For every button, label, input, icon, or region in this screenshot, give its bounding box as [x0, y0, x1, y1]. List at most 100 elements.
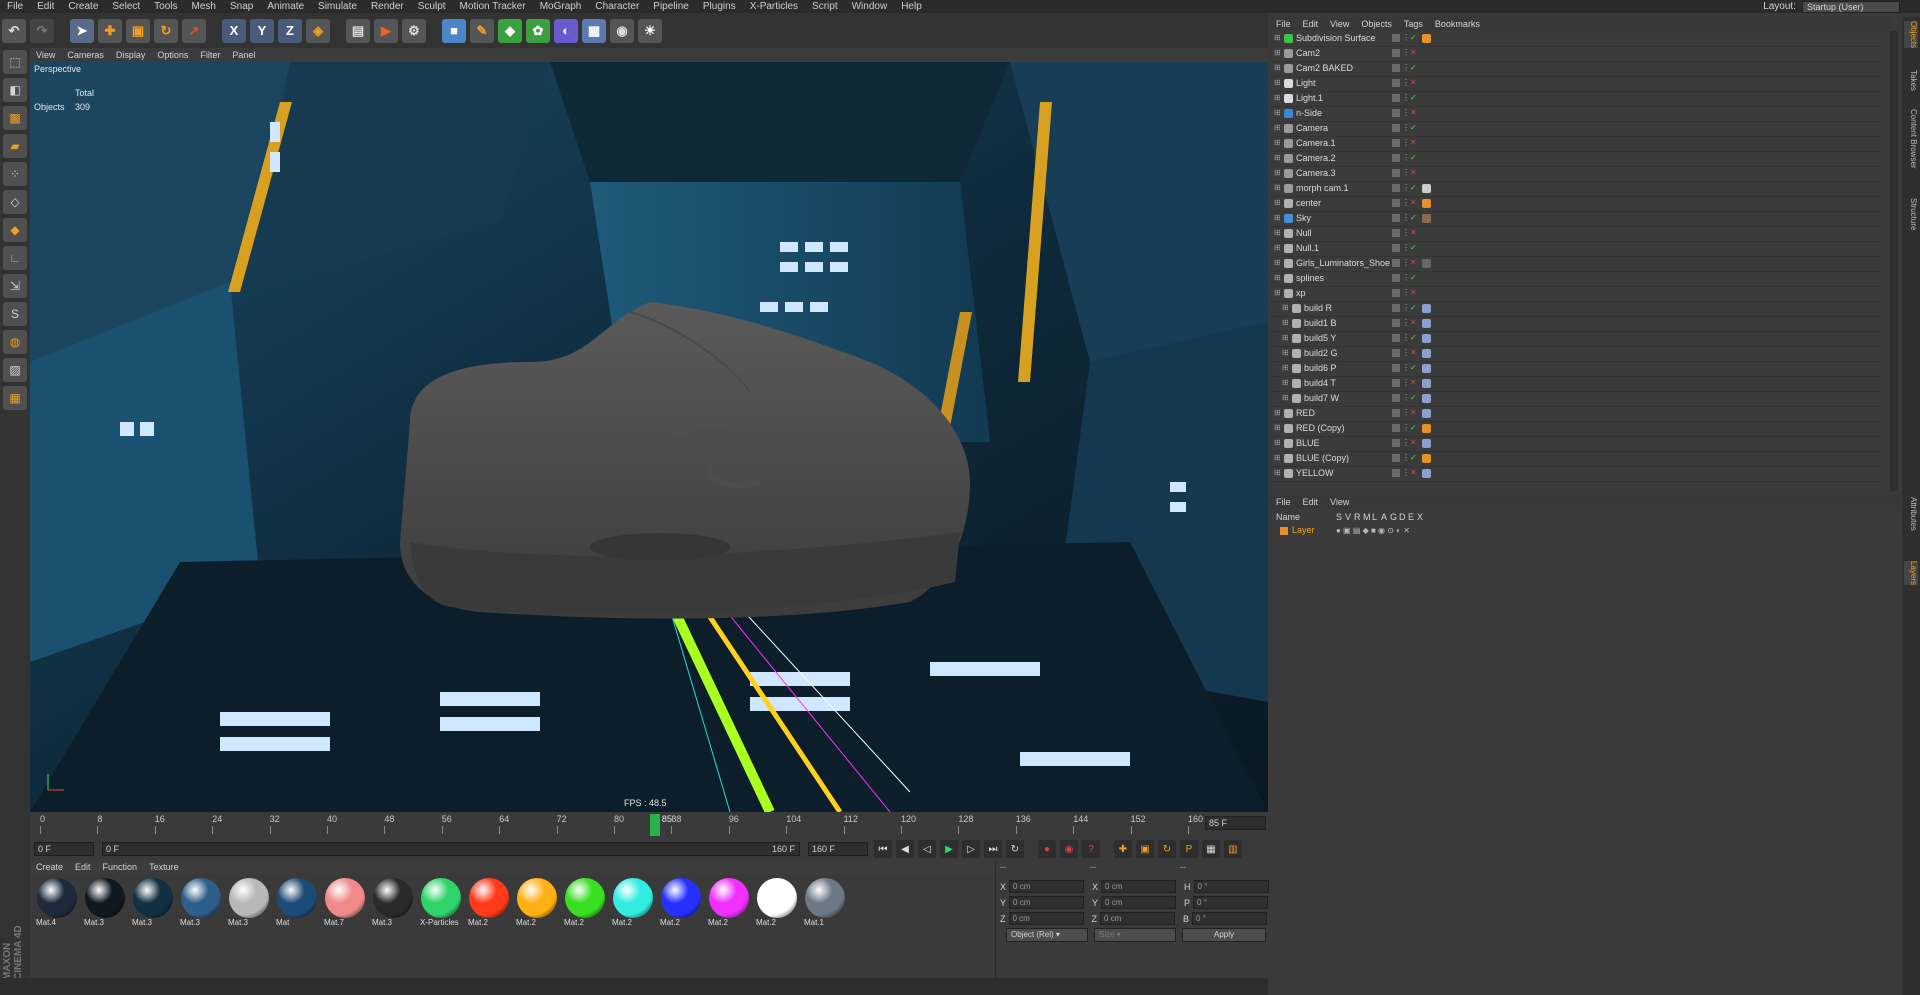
enable-check-icon[interactable]: ✕ — [1410, 48, 1417, 57]
editor-render-visibility-dots[interactable]: ⋮ — [1402, 408, 1410, 417]
editor-render-visibility-dots[interactable]: ⋮ — [1402, 348, 1410, 357]
light-icon[interactable]: ☀ — [638, 18, 662, 43]
object-name[interactable]: build5 Y — [1304, 333, 1336, 343]
end-frame-field[interactable]: 160 F — [808, 842, 868, 856]
editor-render-visibility-dots[interactable]: ⋮ — [1402, 468, 1410, 477]
snap-icon[interactable]: S — [3, 302, 27, 326]
points-mode-icon[interactable]: ⁘ — [3, 162, 27, 186]
material-swatch[interactable]: X-Particles — [418, 878, 464, 938]
layer-visibility-icon[interactable] — [1392, 214, 1400, 222]
material-swatch[interactable]: Mat.4 — [34, 878, 80, 938]
object-tag-icon[interactable] — [1422, 304, 1431, 313]
expand-icon[interactable]: ⊞ — [1274, 243, 1281, 252]
position-key-icon[interactable]: ✚ — [1114, 840, 1132, 858]
editor-render-visibility-dots[interactable]: ⋮ — [1402, 333, 1410, 342]
material-swatch[interactable]: Mat.3 — [130, 878, 176, 938]
subdivision-icon[interactable]: ◆ — [498, 18, 522, 43]
enable-check-icon[interactable]: ✕ — [1410, 318, 1417, 327]
layer-visibility-icon[interactable] — [1392, 424, 1400, 432]
coord-field[interactable]: 0 cm — [1009, 896, 1085, 909]
object-name[interactable]: BLUE — [1296, 438, 1320, 448]
enable-check-icon[interactable]: ✓ — [1410, 273, 1417, 282]
object-name[interactable]: build R — [1304, 303, 1332, 313]
menu-mograph[interactable]: MoGraph — [533, 0, 589, 13]
menu-pipeline[interactable]: Pipeline — [646, 0, 696, 13]
object-name[interactable]: build1 B — [1304, 318, 1337, 328]
play-icon[interactable]: ▶ — [940, 840, 958, 858]
enable-check-icon[interactable]: ✓ — [1410, 153, 1417, 162]
object-name[interactable]: Light — [1296, 78, 1316, 88]
object-menu-edit[interactable]: Edit — [1297, 19, 1325, 29]
editor-render-visibility-dots[interactable]: ⋮ — [1402, 198, 1410, 207]
object-row[interactable]: ⊞ Null.1 ⋮ ✓ — [1270, 241, 1882, 257]
layer-column-header[interactable]: M — [1363, 512, 1371, 522]
enable-check-icon[interactable]: ✓ — [1410, 93, 1417, 102]
menu-snap[interactable]: Snap — [223, 0, 260, 13]
layer-visibility-icon[interactable] — [1392, 154, 1400, 162]
layer-visibility-icon[interactable] — [1392, 319, 1400, 327]
layer-column-header[interactable]: S — [1336, 512, 1342, 522]
layer-menu-view[interactable]: View — [1324, 497, 1355, 507]
enable-check-icon[interactable]: ✕ — [1410, 108, 1417, 117]
enable-check-icon[interactable]: ✕ — [1410, 378, 1417, 387]
object-tag-icon[interactable] — [1422, 379, 1431, 388]
editor-render-visibility-dots[interactable]: ⋮ — [1402, 393, 1410, 402]
layer-visibility-icon[interactable] — [1392, 334, 1400, 342]
expand-icon[interactable]: ⊞ — [1274, 48, 1281, 57]
expand-icon[interactable]: ⊞ — [1274, 438, 1281, 447]
material-swatch[interactable]: Mat.3 — [82, 878, 128, 938]
layer-visibility-icon[interactable] — [1392, 409, 1400, 417]
object-row[interactable]: ⊞ Camera.1 ⋮ ✕ — [1270, 136, 1882, 152]
expand-icon[interactable]: ⊞ — [1274, 288, 1281, 297]
material-swatch[interactable]: Mat.2 — [514, 878, 560, 938]
expand-icon[interactable]: ⊞ — [1274, 453, 1281, 462]
editor-render-visibility-dots[interactable]: ⋮ — [1402, 378, 1410, 387]
layer-visibility-icon[interactable] — [1392, 34, 1400, 42]
polygons-mode-icon[interactable]: ◆ — [3, 218, 27, 242]
object-tag-icon[interactable] — [1422, 214, 1431, 223]
object-row[interactable]: ⊞ Subdivision Surface ⋮ ✓ — [1270, 31, 1882, 47]
menu-window[interactable]: Window — [845, 0, 895, 13]
layer-visibility-icon[interactable] — [1392, 229, 1400, 237]
cube-icon[interactable]: ■ — [442, 18, 466, 43]
object-name[interactable]: BLUE (Copy) — [1296, 453, 1349, 463]
object-row[interactable]: ⊞ Light.1 ⋮ ✓ — [1270, 91, 1882, 107]
object-row[interactable]: ⊞ BLUE (Copy) ⋮ ✓ — [1270, 451, 1882, 467]
render-view-icon[interactable]: ▤ — [346, 18, 370, 43]
enable-check-icon[interactable]: ✕ — [1410, 228, 1417, 237]
material-swatch[interactable]: Mat.2 — [658, 878, 704, 938]
viewport-menu-cameras[interactable]: Cameras — [61, 50, 110, 60]
object-tag-icon[interactable] — [1422, 409, 1431, 418]
expand-icon[interactable]: ⊞ — [1282, 393, 1289, 402]
object-row[interactable]: ⊞ Camera.3 ⋮ ✕ — [1270, 166, 1882, 182]
material-menu-function[interactable]: Function — [97, 862, 144, 872]
coord-field[interactable]: 0 cm — [1009, 880, 1085, 893]
object-tag-icon[interactable] — [1422, 394, 1431, 403]
object-row[interactable]: ⊞ Camera.2 ⋮ ✓ — [1270, 151, 1882, 167]
play-backward-icon[interactable]: ◁ — [918, 840, 936, 858]
expand-icon[interactable]: ⊞ — [1282, 303, 1289, 312]
menu-create[interactable]: Create — [61, 0, 105, 13]
editor-render-visibility-dots[interactable]: ⋮ — [1402, 453, 1410, 462]
layer-visibility-icon[interactable] — [1392, 184, 1400, 192]
object-tag-icon[interactable] — [1422, 199, 1431, 208]
material-swatch[interactable]: Mat.2 — [466, 878, 512, 938]
object-name[interactable]: Sky — [1296, 213, 1311, 223]
locked-workplane-icon[interactable]: ◍ — [3, 330, 27, 354]
object-row[interactable]: ⊞ Cam2 BAKED ⋮ ✓ — [1270, 61, 1882, 77]
enable-check-icon[interactable]: ✕ — [1410, 78, 1417, 87]
viewport-menu-filter[interactable]: Filter — [194, 50, 226, 60]
object-name[interactable]: Camera.2 — [1296, 153, 1336, 163]
layer-column-header[interactable]: D — [1399, 512, 1406, 522]
object-row[interactable]: ⊞ center ⋮ ✕ — [1270, 196, 1882, 212]
coord-field[interactable]: 0 ° — [1193, 880, 1269, 893]
material-swatch[interactable]: Mat.3 — [370, 878, 416, 938]
object-name[interactable]: Camera — [1296, 123, 1328, 133]
menu-simulate[interactable]: Simulate — [311, 0, 364, 13]
start-frame-field[interactable]: 0 F — [34, 842, 94, 856]
layer-column-header[interactable]: G — [1390, 512, 1397, 522]
editor-render-visibility-dots[interactable]: ⋮ — [1402, 438, 1410, 447]
current-frame-field[interactable]: 85 F — [1205, 816, 1266, 830]
expand-icon[interactable]: ⊞ — [1274, 228, 1281, 237]
timeline[interactable]: 0 8 16 24 32 40 48 56 64 72 80 88 96 104 112 120 128 136 1… — [30, 812, 1268, 838]
